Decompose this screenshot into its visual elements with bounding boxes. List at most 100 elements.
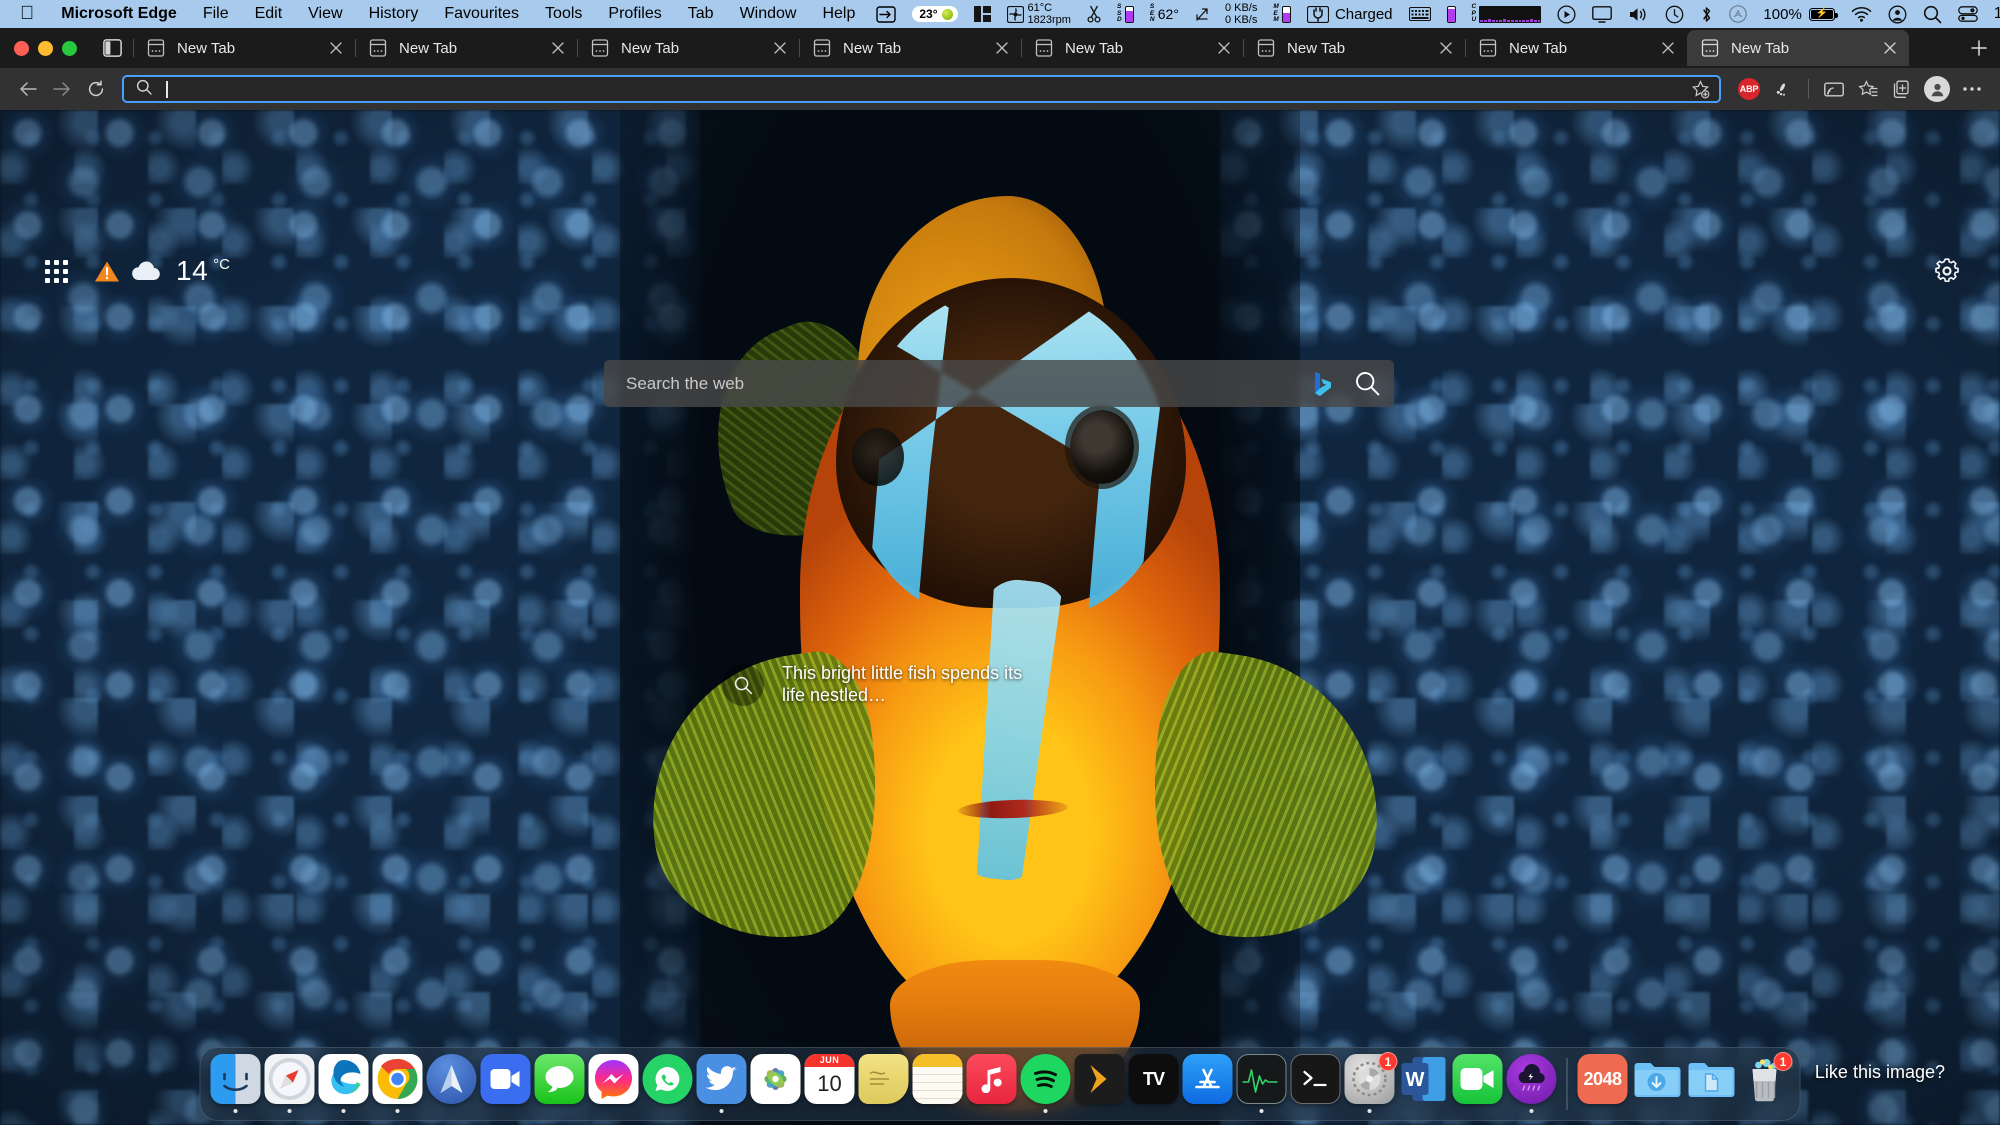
gpu-usage-bar[interactable] [1439,0,1464,28]
image-caption-group[interactable]: This bright little fish spends its life … [722,662,1032,706]
tab-close-icon[interactable] [769,37,791,59]
dock-item-stickies[interactable] [858,1051,909,1117]
tab-close-icon[interactable] [325,37,347,59]
dock-item-notes[interactable] [912,1051,963,1117]
apple-logo-icon[interactable]:  [10,4,48,23]
gear-icon[interactable] [1934,258,1960,289]
network-arrows-icon[interactable] [1187,0,1217,28]
ssd-usage-indicator[interactable]: SSD [1109,0,1142,28]
image-search-icon[interactable] [722,664,764,706]
dock-item-app-store[interactable] [1182,1051,1233,1117]
account-circle-icon[interactable] [1880,0,1915,28]
dock-item-music[interactable] [966,1051,1017,1117]
menu-favourites[interactable]: Favourites [431,5,532,23]
memory-usage-indicator[interactable]: MEM [1265,0,1299,28]
window-layout-icon[interactable] [966,0,999,28]
extension-adblock-plus[interactable]: ABP [1733,73,1765,105]
more-options-icon[interactable] [1956,73,1988,105]
keyboard-shortcut-icon[interactable] [868,0,904,28]
new-tab-button[interactable] [1964,33,1994,63]
sidebar-toggle-icon[interactable] [99,35,125,61]
dock-item-photos[interactable] [750,1051,801,1117]
browser-tab-3[interactable]: New Tab [577,30,799,66]
menu-help[interactable]: Help [809,5,868,23]
menu-view[interactable]: View [295,5,355,23]
browser-tab-8-active[interactable]: New Tab [1687,30,1909,66]
search-icon[interactable] [1355,371,1380,396]
dock-item-spotify[interactable] [1020,1051,1071,1117]
weather-alert-icon[interactable] [94,260,120,283]
scissors-icon[interactable] [1079,0,1109,28]
weather-temperature[interactable]: 14 [176,255,208,287]
dock-item-whatsapp[interactable] [642,1051,693,1117]
collections-icon[interactable] [1886,73,1918,105]
browser-tab-6[interactable]: New Tab [1243,30,1465,66]
tab-close-icon[interactable] [1435,37,1457,59]
control-centre-icon[interactable] [1950,0,1986,28]
speaker-icon[interactable] [1620,0,1657,28]
bluetooth-icon[interactable] [1692,0,1721,28]
tab-close-icon[interactable] [1657,37,1679,59]
split-screen-icon[interactable] [1818,73,1850,105]
tab-close-icon[interactable] [547,37,569,59]
dock-item-downloads-folder[interactable] [1632,1051,1682,1117]
cloud-icon[interactable] [130,260,162,282]
play-circle-icon[interactable] [1549,0,1584,28]
minimise-window-button[interactable] [38,40,53,56]
dock-item-messages[interactable] [534,1051,585,1117]
gnome-foot-icon[interactable] [1767,73,1799,105]
newtab-search-placeholder[interactable]: Search the web [626,374,1314,394]
time-machine-icon[interactable] [1657,0,1692,28]
reload-icon[interactable] [80,73,112,105]
bing-icon[interactable] [1314,371,1333,397]
newtab-search-box[interactable]: Search the web [604,360,1394,407]
like-image-label[interactable]: Like this image? [1815,1062,1945,1083]
network-speed[interactable]: 0 KB/s 0 KB/s [1217,0,1265,28]
battery-status[interactable]: 100% ⚡ [1755,0,1842,28]
apps-grid-icon[interactable] [45,259,68,283]
browser-tab-1[interactable]: New Tab [133,30,355,66]
menu-date[interactable]: 10 Jun [1986,0,2000,28]
menu-window[interactable]: Window [727,5,810,23]
menu-file[interactable]: File [190,5,242,23]
close-window-button[interactable] [14,40,29,56]
menu-app-name[interactable]: Microsoft Edge [48,5,190,23]
add-favourite-icon[interactable] [1687,76,1713,102]
fan-status[interactable]: 61°C 1823rpm [999,0,1079,28]
keyboard-icon[interactable] [1401,0,1439,28]
favourites-list-icon[interactable] [1852,73,1884,105]
dock-item-terminal[interactable] [1290,1051,1341,1117]
browser-tab-4[interactable]: New Tab [799,30,1021,66]
tab-close-icon[interactable] [991,37,1013,59]
dock-item-dark-sky[interactable] [1506,1051,1557,1117]
dock-item-spark-mail[interactable] [426,1051,477,1117]
power-status[interactable]: Charged [1299,0,1401,28]
dock-item-apple-tv[interactable]: TV [1128,1051,1179,1117]
tab-close-icon[interactable] [1879,37,1901,59]
dock-item-finder[interactable] [210,1051,261,1117]
dock-item-microsoft-edge[interactable] [318,1051,369,1117]
dock-item-zoom[interactable] [480,1051,531,1117]
browser-tab-2[interactable]: New Tab [355,30,577,66]
dock-item-google-chrome[interactable] [372,1051,423,1117]
cpu-history-graph[interactable]: CPU [1464,0,1550,28]
tab-close-icon[interactable] [1213,37,1235,59]
menu-edit[interactable]: Edit [242,5,296,23]
dock-item-activity-monitor[interactable] [1236,1051,1287,1117]
browser-tab-7[interactable]: New Tab [1465,30,1687,66]
forward-arrow-icon[interactable] [46,73,78,105]
dock-item-trash[interactable]: 1 [1740,1051,1793,1117]
dock-item-documents-folder[interactable] [1686,1051,1736,1117]
dock-item-messenger[interactable] [588,1051,639,1117]
back-arrow-icon[interactable] [12,73,44,105]
dock-item-system-preferences[interactable]: 1 [1344,1051,1398,1117]
profile-avatar-icon[interactable] [1920,73,1954,105]
display-icon[interactable] [1584,0,1620,28]
address-bar[interactable] [122,75,1721,103]
zoom-window-button[interactable] [62,40,77,56]
dock-item-2048-game[interactable]: 2048 [1577,1051,1628,1117]
menu-profiles[interactable]: Profiles [595,5,674,23]
dock-item-safari[interactable] [264,1051,315,1117]
menu-history[interactable]: History [356,5,432,23]
dock-item-calendar[interactable]: JUN 10 [804,1051,855,1117]
